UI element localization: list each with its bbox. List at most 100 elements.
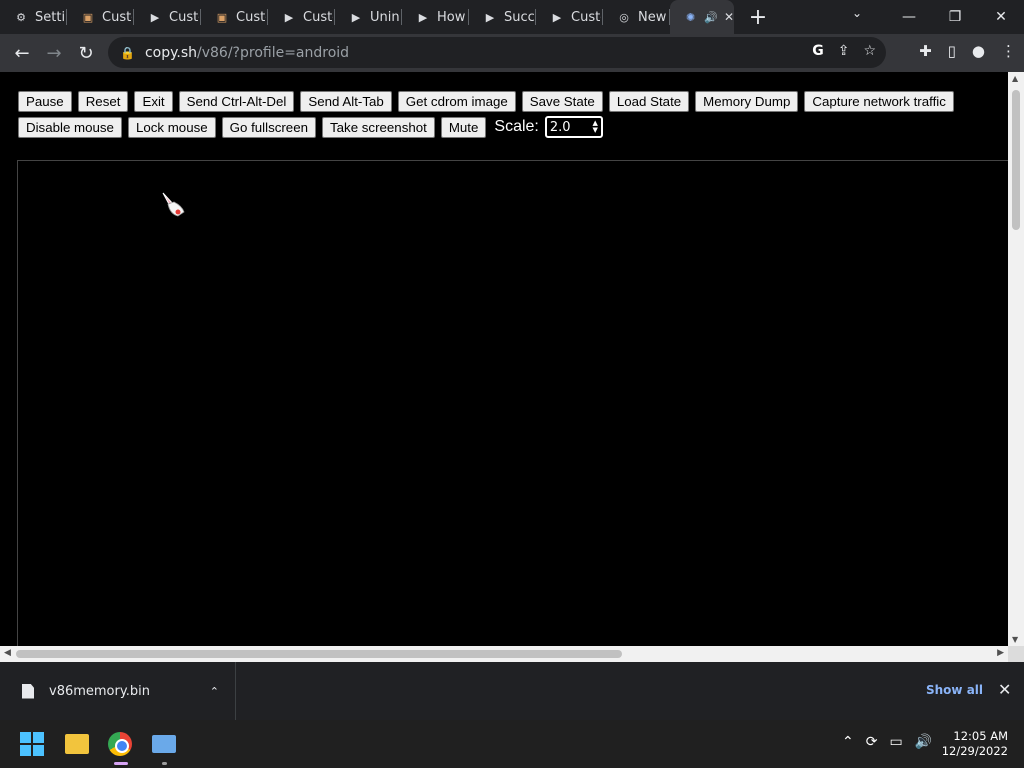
taskbar: ⌃ ⟳ ▭ 🔊 12:05 AM 12/29/2022 — [0, 720, 1024, 768]
send-alt-tab-button[interactable]: Send Alt-Tab — [300, 91, 392, 112]
scroll-up-arrow-icon[interactable]: ▲ — [1012, 74, 1018, 83]
taskbar-clock[interactable]: 12:05 AM 12/29/2022 — [942, 729, 1008, 759]
side-panel-icon[interactable]: ▯ — [948, 42, 956, 60]
minimize-icon[interactable]: — — [886, 9, 932, 25]
cat-favicon-icon: ▣ — [82, 10, 94, 24]
emulator-controls: Pause Reset Exit Send Ctrl-Alt-Del Send … — [18, 91, 998, 142]
file-icon — [22, 683, 34, 699]
download-item[interactable]: v86memory.bin ⌃ — [0, 662, 236, 720]
monitor-running-indicator — [162, 762, 167, 765]
extensions-puzzle-icon[interactable]: ✚ — [919, 42, 932, 60]
tab-custom-1[interactable]: ▣Custo — [67, 0, 134, 34]
cat-favicon-icon: ▣ — [216, 10, 228, 24]
pointer-cursor-icon — [162, 192, 185, 217]
download-bar-close-icon[interactable]: ✕ — [998, 680, 1011, 699]
lock-icon[interactable]: 🔒 — [120, 46, 135, 60]
tab-custom-3[interactable]: ▣Custo — [201, 0, 268, 34]
play-icon: ▶ — [284, 10, 294, 24]
save-state-button[interactable]: Save State — [521, 91, 603, 112]
scale-input[interactable]: 2.0 ▲ ▼ — [544, 116, 603, 138]
tab-uninstall[interactable]: ▶Unins — [335, 0, 402, 34]
controls-row-2: Disable mouse Lock mouse Go fullscreen T… — [18, 116, 998, 138]
play-icon: ▶ — [150, 10, 160, 24]
vertical-scrollbar[interactable]: ▲ ▼ — [1008, 72, 1024, 646]
file-explorer-icon[interactable] — [65, 734, 89, 754]
lock-mouse-button[interactable]: Lock mouse — [127, 116, 216, 138]
tab-custom-4[interactable]: ▶Custo — [268, 0, 335, 34]
tab-how[interactable]: ▶ How — [402, 0, 469, 34]
gear-icon: ⚙ — [16, 10, 26, 24]
share-icon[interactable]: ⇪ — [838, 43, 850, 59]
chrome-icon: ◎ — [619, 10, 629, 24]
extension-icons: ✚ ▯ ● ⋮ — [919, 42, 1016, 60]
send-ctrl-alt-del-button[interactable]: Send Ctrl-Alt-Del — [178, 91, 295, 112]
disable-mouse-button[interactable]: Disable mouse — [18, 116, 122, 138]
google-lens-icon[interactable]: G — [812, 43, 824, 59]
forward-icon[interactable]: → — [38, 37, 70, 69]
chrome-active-indicator — [114, 762, 128, 765]
windows-start-icon[interactable] — [20, 732, 44, 756]
horizontal-scroll-thumb[interactable] — [16, 650, 622, 658]
emulator-screen[interactable] — [17, 160, 1008, 650]
profile-avatar-icon[interactable]: ● — [972, 42, 985, 60]
address-path: /v86/?profile=android — [197, 44, 350, 61]
vertical-scroll-thumb[interactable] — [1012, 90, 1020, 230]
reload-icon[interactable]: ↻ — [70, 37, 102, 69]
volume-icon[interactable]: 🔊 — [915, 734, 932, 750]
memory-dump-button[interactable]: Memory Dump — [695, 91, 799, 112]
menu-kebab-icon[interactable]: ⋮ — [1001, 42, 1016, 60]
omnibox-actions: G ⇪ ☆ — [812, 43, 876, 59]
new-tab-button[interactable]: + — [746, 5, 770, 30]
address-bar[interactable]: 🔒 copy.sh/v86/?profile=android G ⇪ ☆ — [108, 37, 886, 68]
window-controls: — ❐ ✕ — [886, 0, 1024, 34]
resource-monitor-icon[interactable] — [152, 735, 176, 753]
tab-success[interactable]: ▶ Succ — [469, 0, 536, 34]
reset-button[interactable]: Reset — [77, 91, 129, 112]
window-close-icon[interactable]: ✕ — [978, 9, 1024, 25]
bookmark-star-icon[interactable]: ☆ — [863, 43, 876, 59]
scroll-right-arrow-icon[interactable]: ▶ — [997, 648, 1004, 658]
download-bar: v86memory.bin ⌃ Show all ✕ — [0, 662, 1024, 720]
address-host: copy.sh — [144, 44, 198, 61]
capture-network-traffic-button[interactable]: Capture network traffic — [804, 91, 954, 112]
clock-date: 12/29/2022 — [941, 744, 1008, 758]
go-fullscreen-button[interactable]: Go fullscreen — [221, 116, 316, 138]
network-icon[interactable]: ▭ — [889, 734, 902, 750]
mute-button[interactable]: Mute — [440, 116, 487, 138]
tab-custom-2[interactable]: ▶Custo — [134, 0, 201, 34]
tab-settings[interactable]: ⚙Settin — [0, 0, 67, 34]
play-icon: ▶ — [351, 10, 361, 24]
scrollbar-corner — [1008, 646, 1024, 662]
tray-overflow-chevron-icon[interactable]: ⌃ — [842, 734, 854, 750]
show-all-link[interactable]: Show all — [926, 683, 983, 697]
scale-label: Scale: — [494, 118, 539, 135]
load-state-button[interactable]: Load State — [608, 91, 690, 112]
get-cdrom-image-button[interactable]: Get cdrom image — [397, 91, 516, 112]
tab-close-icon[interactable]: ✕ — [724, 10, 734, 24]
play-icon: ▶ — [418, 10, 428, 24]
spinner-arrows-icon[interactable]: ▲ ▼ — [592, 120, 600, 134]
speaker-icon[interactable]: 🔊 — [704, 11, 718, 24]
system-tray: ⌃ ⟳ ▭ 🔊 — [842, 734, 932, 750]
sync-icon[interactable]: ⟳ — [866, 734, 878, 750]
horizontal-scrollbar[interactable]: ◀ ▶ — [0, 646, 1008, 662]
exit-button[interactable]: Exit — [134, 91, 173, 112]
tab-v86-active[interactable]: ✺ 🔊 ✕ — [670, 0, 734, 34]
tab-custom-5[interactable]: ▶Custo — [536, 0, 603, 34]
browser-toolbar: ← → ↻ 🔒 copy.sh/v86/?profile=android G ⇪… — [0, 34, 1024, 72]
restore-icon[interactable]: ❐ — [932, 9, 978, 25]
clock-time: 12:05 AM — [953, 729, 1008, 743]
chrome-taskbar-icon[interactable] — [108, 732, 132, 756]
scroll-down-arrow-icon[interactable]: ▼ — [1012, 635, 1018, 644]
tab-new[interactable]: ◎ New — [603, 0, 670, 34]
chevron-up-icon[interactable]: ⌃ — [210, 685, 219, 698]
pause-button[interactable]: Pause — [18, 91, 72, 112]
take-screenshot-button[interactable]: Take screenshot — [322, 116, 435, 138]
download-filename: v86memory.bin — [49, 683, 150, 699]
scale-value: 2.0 — [549, 119, 571, 135]
back-icon[interactable]: ← — [6, 37, 38, 69]
page-viewport: Pause Reset Exit Send Ctrl-Alt-Del Send … — [0, 72, 1024, 662]
controls-row-1: Pause Reset Exit Send Ctrl-Alt-Del Send … — [18, 91, 998, 112]
tab-search-chevron-icon[interactable]: ⌄ — [852, 6, 862, 20]
scroll-left-arrow-icon[interactable]: ◀ — [4, 648, 11, 658]
